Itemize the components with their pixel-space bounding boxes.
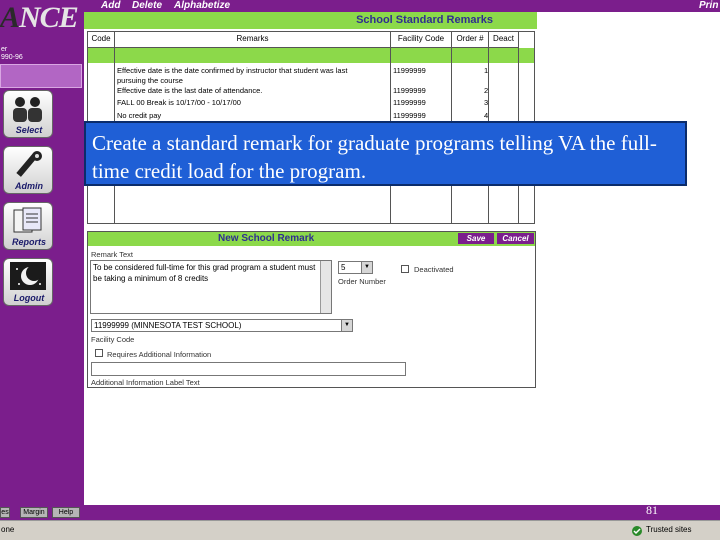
menu-alphabetize[interactable]: Alphabetize	[174, 0, 230, 11]
table-cell-facility: 11999999	[393, 66, 426, 75]
moon-icon	[10, 262, 46, 290]
sidebar-item-admin[interactable]: Admin	[3, 146, 53, 194]
help-button[interactable]: Help	[52, 507, 80, 518]
sidebar-info-box	[0, 64, 82, 88]
save-button[interactable]: Save	[458, 233, 494, 244]
table-row[interactable]: Effective date is the date confirmed by …	[117, 66, 347, 75]
logo-letter: A	[0, 1, 20, 34]
sidebar-item-reports[interactable]: Reports	[3, 202, 53, 250]
column-header-facility-code[interactable]: Facility Code	[391, 32, 452, 48]
sidebar-line-2: 990-96	[1, 54, 23, 61]
sidebar-item-logout[interactable]: Logout	[3, 258, 53, 306]
cancel-button[interactable]: Cancel	[497, 233, 534, 244]
facility-code-select[interactable]: 11999999 (MINNESOTA TEST SCHOOL) ▼	[91, 319, 353, 332]
main-panel: School Standard Remarks Code Remarks Fac…	[84, 12, 720, 505]
sidebar-item-label: Reports	[11, 237, 46, 247]
chevron-down-icon: ▼	[341, 320, 352, 331]
order-number-select[interactable]: 5 ▼	[338, 261, 373, 274]
table-row[interactable]: No credit pay	[117, 111, 161, 120]
new-remark-form: New School Remark Save Cancel Remark Tex…	[87, 231, 536, 388]
instruction-callout: Create a standard remark for graduate pr…	[84, 121, 687, 186]
table-cell-facility: 11999999	[393, 111, 426, 120]
sidebar-item-label: Admin	[15, 181, 43, 191]
table-row[interactable]: FALL 00 Break is 10/17/00 - 10/17/00	[117, 98, 241, 107]
table-cell-facility: 11999999	[393, 98, 426, 107]
deactivated-checkbox[interactable]	[401, 265, 409, 273]
column-header-deact[interactable]: Deact	[489, 32, 519, 48]
sidebar-item-label: Logout	[13, 293, 45, 303]
table-cell-facility: 11999999	[393, 86, 426, 95]
table-row[interactable]: Effective date is the last date of atten…	[117, 86, 262, 95]
form-title: New School Remark	[218, 233, 315, 244]
sidebar-line-1: er	[1, 46, 8, 53]
table-cell-order: 2	[484, 86, 489, 95]
bottom-toolbar: es Margin Help	[0, 505, 720, 519]
table-cell-order: 3	[484, 98, 489, 107]
people-icon	[13, 97, 42, 122]
sidebar: ANCE er 990-96 Select Admin Reports Logo…	[0, 0, 84, 505]
menu-print[interactable]: Prin	[699, 0, 718, 11]
sidebar-item-label: Select	[15, 125, 43, 135]
table-cell-order: 1	[484, 66, 489, 75]
requires-info-checkbox[interactable]	[95, 349, 103, 357]
scrollbar[interactable]	[320, 261, 331, 313]
order-number-label: Order Number	[338, 277, 386, 286]
status-text: one	[1, 525, 15, 534]
reports-icon	[13, 207, 42, 233]
margin-button[interactable]: Margin	[20, 507, 48, 518]
table-row[interactable]: pursuing the course	[117, 76, 183, 85]
app-logo: ANCE	[0, 2, 82, 36]
form-title-bar: New School Remark Save Cancel	[88, 232, 535, 246]
wrench-icon	[16, 151, 42, 177]
sidebar-item-select[interactable]: Select	[3, 90, 53, 138]
menu-delete[interactable]: Delete	[132, 0, 162, 11]
requires-info-label: Requires Additional Information	[107, 350, 212, 359]
slide-page-number: 81	[646, 503, 658, 517]
top-menu-bar: Add Delete Alphabetize Prin	[0, 0, 720, 12]
deactivated-label: Deactivated	[414, 265, 454, 274]
checkmark-icon	[632, 526, 642, 536]
remark-text-label: Remark Text	[91, 250, 133, 259]
column-header-order[interactable]: Order #	[452, 32, 489, 48]
column-header-remarks[interactable]: Remarks	[115, 32, 391, 48]
table-header-band	[88, 48, 534, 63]
instruction-text: Create a standard remark for graduate pr…	[92, 131, 657, 183]
browser-status-bar: one Trusted sites	[0, 520, 720, 540]
page-title: School Standard Remarks	[356, 14, 493, 26]
column-header-code[interactable]: Code	[88, 32, 115, 48]
remark-text-value: To be considered full-time for this grad…	[93, 263, 316, 283]
order-number-value: 5	[341, 263, 346, 272]
table-title-bar: School Standard Remarks	[84, 12, 537, 29]
facility-code-label: Facility Code	[91, 335, 135, 344]
additional-info-label-field[interactable]	[91, 362, 406, 376]
menu-add[interactable]: Add	[101, 0, 120, 11]
bottom-button-left[interactable]: es	[0, 507, 10, 518]
logo-text: NCE	[19, 1, 79, 34]
chevron-down-icon: ▼	[361, 262, 372, 273]
facility-code-value: 11999999 (MINNESOTA TEST SCHOOL)	[94, 321, 242, 330]
trusted-sites-label: Trusted sites	[646, 525, 692, 534]
additional-info-label-caption: Additional Information Label Text	[91, 378, 200, 387]
remark-text-area[interactable]: To be considered full-time for this grad…	[90, 260, 332, 314]
table-cell-order: 4	[484, 111, 489, 120]
